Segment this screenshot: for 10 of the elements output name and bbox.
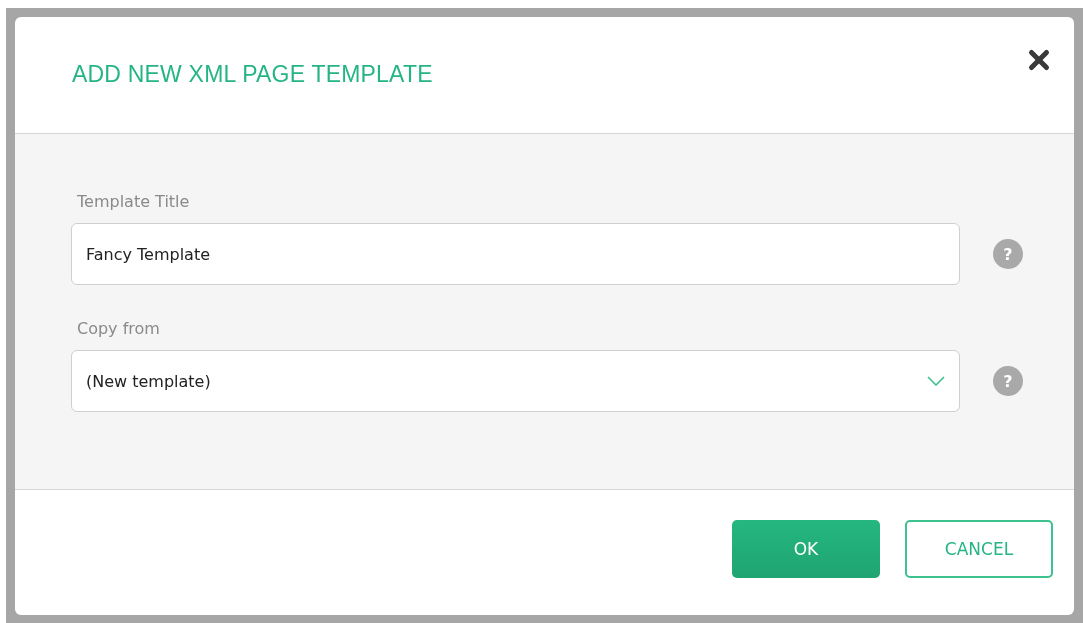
input-field[interactable]: Fancy Template xyxy=(71,223,960,285)
dropdown[interactable]: (New template) xyxy=(71,350,960,412)
cancel-button[interactable]: CANCEL xyxy=(905,520,1053,578)
field-label: Copy from xyxy=(76,319,161,338)
ok-button[interactable]: OK xyxy=(732,520,880,578)
field-label: Template Title xyxy=(76,192,191,211)
help-icon[interactable]: ? xyxy=(993,366,1023,396)
chevron-down-icon xyxy=(927,376,945,386)
dialog-title: ADD NEW XML PAGE TEMPLATE xyxy=(72,61,433,88)
help-icon[interactable]: ? xyxy=(993,239,1023,269)
